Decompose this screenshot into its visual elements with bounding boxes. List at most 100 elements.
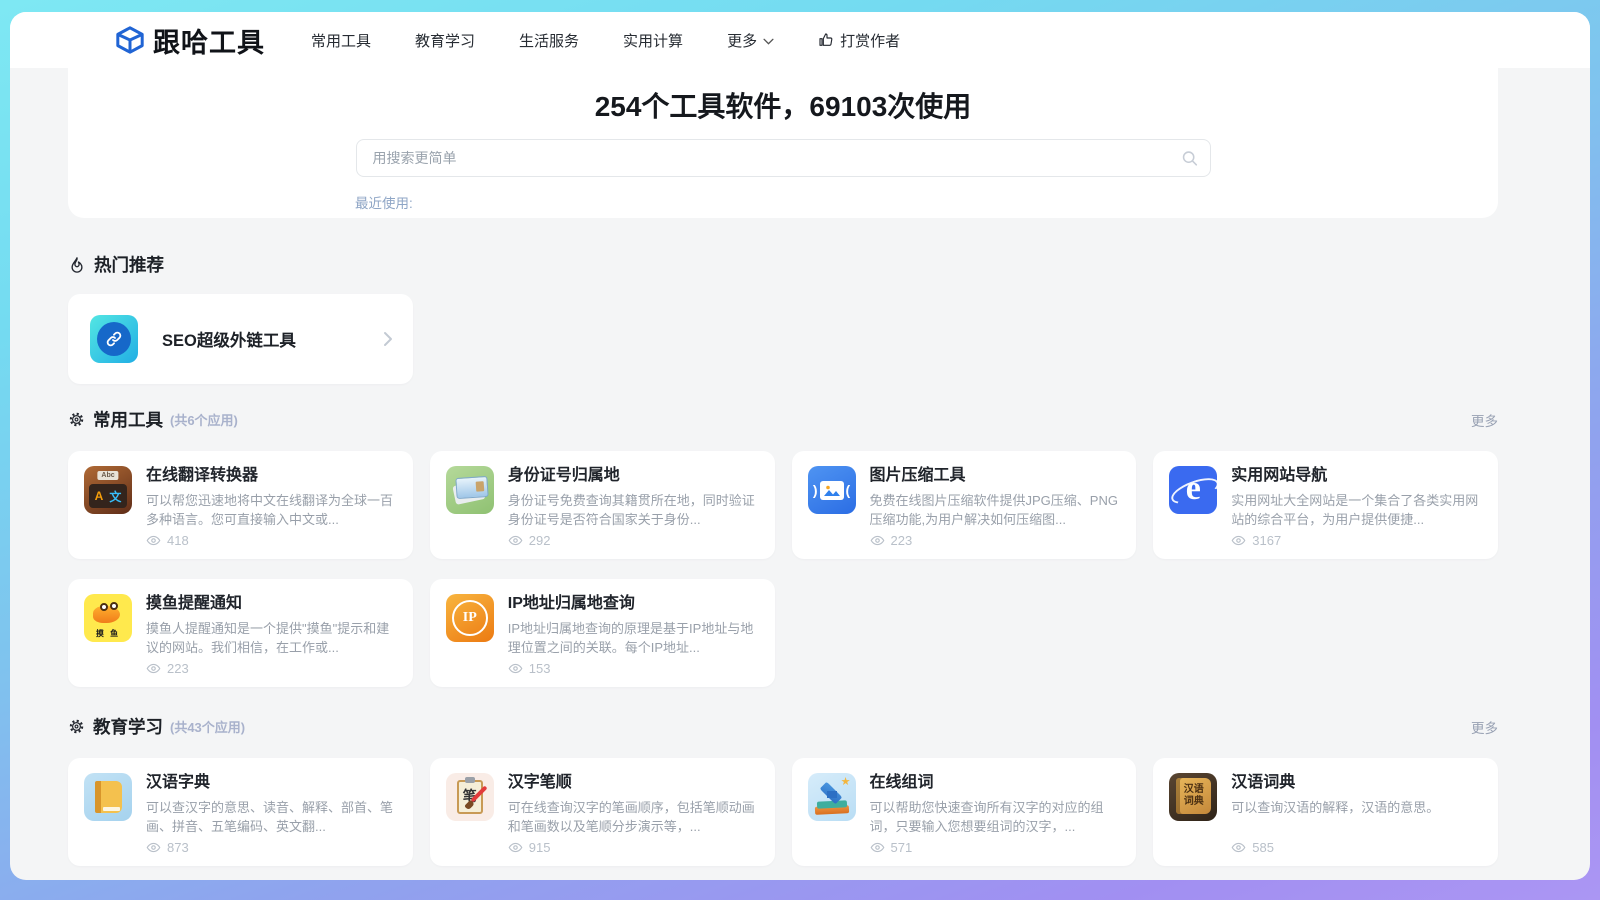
navbar: 跟哈工具 常用工具 教育学习 生活服务 实用计算 更多 打赏作者	[10, 12, 1590, 68]
tool-description: 摸鱼人提醒通知是一个提供"摸鱼"提示和建议的网站。我们相信，在工作或...	[146, 619, 397, 657]
hot-tool-card[interactable]: SEO超级外链工具	[68, 294, 413, 384]
eye-icon	[508, 840, 523, 855]
tool-card[interactable]: AbcA文在线翻译转换器可以帮您迅速地将中文在线翻译为全球一百多种语言。您可直接…	[68, 451, 413, 559]
view-count: 292	[508, 533, 759, 548]
zuci-icon: ★	[808, 773, 856, 821]
nav-donate[interactable]: 打赏作者	[818, 30, 900, 51]
view-count: 571	[870, 840, 1121, 855]
card-grid: SEO超级外链工具	[68, 294, 1498, 384]
nav-item-0[interactable]: 常用工具	[311, 30, 371, 51]
section-header: 常用工具 (共6个应用) 更多	[68, 407, 1498, 432]
compress-icon: )(	[808, 466, 856, 514]
tool-card[interactable]: ★ 在线组词可以帮助您快速查询所有汉字的对应的组词，只要输入您想要组词的汉字，..…	[792, 758, 1137, 866]
nav-item-2[interactable]: 生活服务	[519, 30, 579, 51]
nav-item-1[interactable]: 教育学习	[415, 30, 475, 51]
tool-title: 摸鱼提醒通知	[146, 594, 397, 614]
nav-item-3[interactable]: 实用计算	[623, 30, 683, 51]
tool-title: IP地址归属地查询	[508, 594, 759, 614]
fish-icon: 摸 鱼	[84, 594, 132, 642]
tool-card[interactable]: IP IP地址归属地查询 IP地址归属地查询的原理是基于IP地址与地理位置之间的关联…	[430, 579, 775, 687]
hero: 254个工具软件，69103次使用 最近使用:	[68, 68, 1498, 218]
tool-title: 在线组词	[870, 773, 1121, 793]
eye-icon	[508, 661, 523, 676]
tool-description: 实用网址大全网站是一个集合了各类实用网站的综合平台，为用户提供便捷...	[1231, 491, 1482, 529]
section-1: 常用工具 (共6个应用) 更多 AbcA文在线翻译转换器可以帮您迅速地将中文在线翻译为…	[68, 407, 1498, 687]
tool-title: 实用网站导航	[1231, 466, 1482, 486]
logo-cube-icon	[115, 25, 145, 55]
nav-menu: 常用工具 教育学习 生活服务 实用计算 更多 打赏作者	[311, 30, 900, 51]
view-count: 418	[146, 533, 397, 548]
dict1-icon	[84, 773, 132, 821]
search-box	[356, 139, 1211, 177]
search-icon[interactable]	[1181, 150, 1198, 167]
tool-title: 汉语字典	[146, 773, 397, 793]
tool-title: 在线翻译转换器	[146, 466, 397, 486]
eye-icon	[146, 840, 161, 855]
dict2-icon: 汉语词典	[1169, 773, 1217, 821]
card-grid: 汉语字典可以查汉字的意思、读音、解释、部首、笔画、拼音、五笔编码、英文翻...8…	[68, 758, 1498, 866]
search-input[interactable]	[356, 139, 1211, 177]
section-2: 教育学习 (共43个应用) 更多汉语字典可以查汉字的意思、读音、解释、部首、笔画、拼…	[68, 714, 1498, 866]
section-app-count: (共43个应用)	[170, 717, 245, 736]
tool-title: 汉语词典	[1231, 773, 1482, 793]
tool-title: SEO超级外链工具	[162, 327, 296, 351]
eye-icon	[508, 533, 523, 548]
view-count: 223	[146, 661, 397, 676]
tool-description: 身份证号免费查询其籍贯所在地，同时验证身份证号是否符合国家关于身份...	[508, 491, 759, 529]
website-icon: e	[1169, 466, 1217, 514]
section-header: 热门推荐	[68, 252, 1498, 277]
nav-more[interactable]: 更多	[727, 30, 774, 51]
tool-description: 可以帮您迅速地将中文在线翻译为全球一百多种语言。您可直接输入中文或...	[146, 491, 397, 529]
section-app-count: (共6个应用)	[170, 410, 238, 429]
tool-description: 免费在线图片压缩软件提供JPG压缩、PNG压缩功能,为用户解决如何压缩图...	[870, 491, 1121, 529]
tool-card[interactable]: 汉语字典可以查汉字的意思、读音、解释、部首、笔画、拼音、五笔编码、英文翻...8…	[68, 758, 413, 866]
view-count: 585	[1231, 840, 1482, 855]
tool-card[interactable]: )( 图片压缩工具免费在线图片压缩软件提供JPG压缩、PNG压缩功能,为用户解决如…	[792, 451, 1137, 559]
tool-description: 可在线查询汉字的笔画顺序，包括笔顺动画和笔画数以及笔顺分步演示等，...	[508, 798, 759, 836]
eye-icon	[870, 840, 885, 855]
tool-card[interactable]: 摸 鱼摸鱼提醒通知摸鱼人提醒通知是一个提供"摸鱼"提示和建议的网站。我们相信，在…	[68, 579, 413, 687]
more-link[interactable]: 更多	[1471, 410, 1498, 430]
view-count: 3167	[1231, 533, 1482, 548]
stroke-icon: 笔	[446, 773, 494, 821]
seo-icon	[90, 315, 138, 363]
sections: 热门推荐 SEO超级外链工具常用工具 (共6个应用) 更多 AbcA文在线翻译转换器可以…	[68, 252, 1498, 866]
eye-icon	[870, 533, 885, 548]
tool-card[interactable]: 笔汉字笔顺可在线查询汉字的笔画顺序，包括笔顺动画和笔画数以及笔顺分步演示等，..…	[430, 758, 775, 866]
section-header: 教育学习 (共43个应用) 更多	[68, 714, 1498, 739]
tool-card[interactable]: 汉语词典汉语词典可以查询汉语的解释，汉语的意思。585	[1153, 758, 1498, 866]
view-count: 153	[508, 661, 759, 676]
eye-icon	[146, 533, 161, 548]
main-panel: 跟哈工具 常用工具教育学习生活服务实用计算更多打赏作者 254个工具软件，691…	[10, 12, 1590, 880]
tool-card[interactable]: 身份证号归属地身份证号免费查询其籍贯所在地，同时验证身份证号是否符合国家关于身份…	[430, 451, 775, 559]
logo[interactable]: 跟哈工具	[115, 21, 265, 60]
recent-used-label: 最近使用:	[355, 192, 1498, 212]
translate-icon: AbcA文	[84, 466, 132, 514]
content: 254个工具软件，69103次使用 最近使用: 热门推荐 SEO超级外链工具常用工…	[68, 68, 1498, 866]
eye-icon	[1231, 533, 1246, 548]
view-count: 873	[146, 840, 397, 855]
stats-title: 254个工具软件，69103次使用	[68, 85, 1498, 125]
ip-icon: IP	[446, 594, 494, 642]
tool-title: 图片压缩工具	[870, 466, 1121, 486]
view-count: 915	[508, 840, 759, 855]
tool-title: 汉字笔顺	[508, 773, 759, 793]
section-title: 常用工具	[93, 407, 163, 432]
tool-card[interactable]: e 实用网站导航实用网址大全网站是一个集合了各类实用网站的综合平台，为用户提供便捷…	[1153, 451, 1498, 559]
thumbs-up-icon	[818, 32, 834, 48]
logo-text: 跟哈工具	[153, 21, 265, 60]
tool-title: 身份证号归属地	[508, 466, 759, 486]
tool-description: IP地址归属地查询的原理是基于IP地址与地理位置之间的关联。每个IP地址...	[508, 619, 759, 657]
section-title: 教育学习	[93, 714, 163, 739]
tool-description: 可以查询汉语的解释，汉语的意思。	[1231, 798, 1482, 836]
section-0: 热门推荐 SEO超级外链工具	[68, 252, 1498, 384]
eye-icon	[1231, 840, 1246, 855]
more-link[interactable]: 更多	[1471, 717, 1498, 737]
tool-description: 可以帮助您快速查询所有汉字的对应的组词，只要输入您想要组词的汉字，...	[870, 798, 1121, 836]
chevron-right-icon	[383, 331, 393, 347]
view-count: 223	[870, 533, 1121, 548]
eye-icon	[146, 661, 161, 676]
card-grid: AbcA文在线翻译转换器可以帮您迅速地将中文在线翻译为全球一百多种语言。您可直接…	[68, 451, 1498, 687]
link-icon	[97, 322, 131, 356]
flame-icon	[68, 256, 86, 274]
